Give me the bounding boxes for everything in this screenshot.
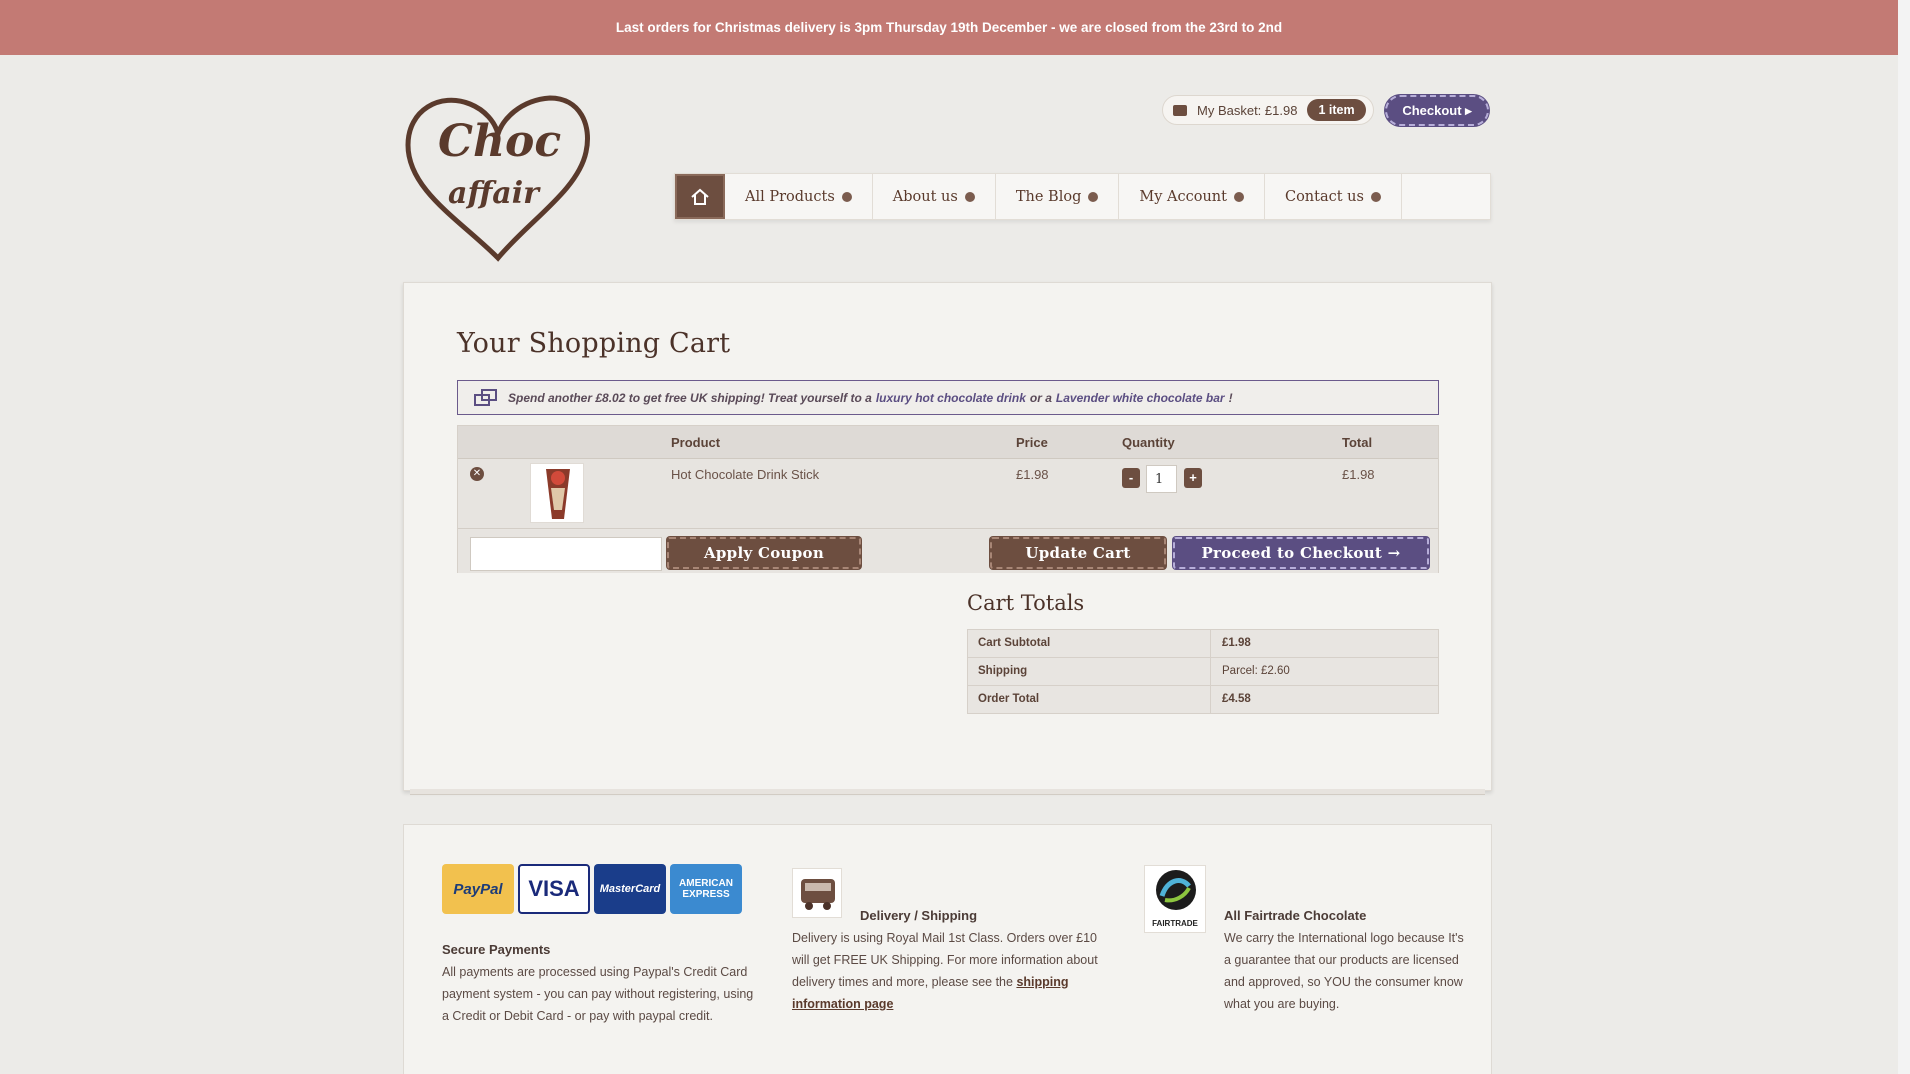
secure-payments-text: All payments are processed using Paypal'… <box>442 965 754 1023</box>
nav-item-the-blog[interactable]: The Blog <box>996 174 1120 219</box>
nav-label: Contact us <box>1284 188 1364 205</box>
basket-icon <box>1173 104 1187 116</box>
dropdown-dot-icon <box>964 191 975 202</box>
delivery-block: Delivery / Shipping Delivery is using Ro… <box>792 905 1112 1015</box>
cart-totals-title: Cart Totals <box>967 591 1085 615</box>
apply-coupon-button[interactable]: Apply Coupon <box>667 537 861 569</box>
my-basket[interactable]: My Basket: £1.98 1 item <box>1162 95 1374 125</box>
column-total: Total <box>1342 435 1373 450</box>
notice-middle: or a <box>1029 390 1052 405</box>
dropdown-dot-icon <box>841 191 852 202</box>
delivery-text-wrap: Delivery is using Royal Mail 1st Class. … <box>792 927 1112 1015</box>
totals-label: Order Total <box>978 693 1040 705</box>
visa-logo-icon: VISA <box>518 864 590 914</box>
totals-row-subtotal: Cart Subtotal £1.98 <box>968 630 1438 658</box>
announcement-banner: Last orders for Christmas delivery is 3p… <box>0 0 1898 55</box>
site-logo[interactable]: Choc affair <box>400 90 596 262</box>
nav-item-my-account[interactable]: My Account <box>1119 174 1265 219</box>
totals-label: Shipping <box>978 665 1028 677</box>
dropdown-dot-icon <box>1233 191 1244 202</box>
dropdown-dot-icon <box>1370 191 1381 202</box>
nav-item-contact-us[interactable]: Contact us <box>1265 174 1402 219</box>
cart-table-header: Product Price Quantity Total <box>458 426 1438 459</box>
page-title: Your Shopping Cart <box>457 328 731 359</box>
checkout-button[interactable]: Checkout ▸ <box>1385 95 1489 126</box>
dropdown-dot-icon <box>1088 191 1099 202</box>
shipping-notice-icon <box>474 388 497 406</box>
home-button[interactable] <box>675 174 725 219</box>
secure-payments-heading: Secure Payments <box>442 942 551 957</box>
nav-item-about-us[interactable]: About us <box>873 174 996 219</box>
column-product: Product <box>671 435 721 450</box>
fairtrade-text: We carry the International logo because … <box>1224 931 1464 1011</box>
cart-actions: Apply Coupon Update Cart Proceed to Chec… <box>458 530 1438 573</box>
quantity-input[interactable]: 1 <box>1146 465 1177 493</box>
cart-table: Product Price Quantity Total ✕ Hot Choco… <box>457 425 1439 573</box>
paypal-logo-icon: PayPal <box>442 864 514 914</box>
product-name-link[interactable]: Hot Chocolate Drink Stick <box>671 467 819 482</box>
remove-item-icon[interactable]: ✕ <box>470 467 484 481</box>
amex-logo-icon: AMERICAN EXPRESS <box>670 864 742 914</box>
nav-label: My Account <box>1139 188 1227 205</box>
nav-label: The Blog <box>1015 188 1082 205</box>
basket-item-count: 1 item <box>1307 99 1366 121</box>
totals-label: Cart Subtotal <box>978 637 1051 649</box>
payment-card-logos: PayPal VISA MasterCard AMERICAN EXPRESS <box>442 864 742 914</box>
cart-item-row: ✕ Hot Chocolate Drink Stick £1.98 - 1 + … <box>458 459 1438 529</box>
banner-text: Last orders for Christmas delivery is 3p… <box>615 20 1283 35</box>
proceed-to-checkout-button[interactable]: Proceed to Checkout → <box>1173 537 1429 569</box>
notice-suffix: ! <box>1228 390 1233 405</box>
site-footer: PayPal VISA MasterCard AMERICAN EXPRESS … <box>403 824 1492 1074</box>
fairtrade-heading: All Fairtrade Chocolate <box>1224 908 1367 923</box>
basket-label: My Basket: £1.98 <box>1197 102 1298 118</box>
free-shipping-notice: Spend another £8.02 to get free UK shipp… <box>457 380 1439 415</box>
delivery-heading: Delivery / Shipping <box>860 908 978 923</box>
coupon-code-input[interactable] <box>470 537 662 571</box>
nav-label: About us <box>892 188 958 205</box>
fairtrade-block: All Fairtrade Chocolate We carry the Int… <box>1144 905 1464 1015</box>
mastercard-logo-icon: MasterCard <box>594 864 666 914</box>
column-quantity: Quantity <box>1122 435 1175 450</box>
logo-word-choc: Choc <box>438 116 562 167</box>
drink-stick-image <box>546 469 570 519</box>
nav-label: All Products <box>745 188 835 205</box>
cart-panel-shadow <box>410 789 1485 795</box>
column-price: Price <box>1016 435 1048 450</box>
quantity-increase-button[interactable]: + <box>1184 468 1202 488</box>
nav-item-all-products[interactable]: All Products <box>725 174 873 219</box>
item-total: £1.98 <box>1342 467 1375 482</box>
item-price: £1.98 <box>1016 467 1049 482</box>
totals-value: £4.58 <box>1222 693 1251 705</box>
totals-row-order-total: Order Total £4.58 <box>968 686 1438 714</box>
main-nav: All Products About us The Blog My Accoun… <box>674 173 1491 220</box>
totals-value: £1.98 <box>1222 637 1251 649</box>
cart-totals-table: Cart Subtotal £1.98 Shipping Parcel: £2.… <box>967 629 1439 714</box>
secure-payments-block: Secure Payments All payments are process… <box>442 939 762 1027</box>
notice-prefix: Spend another £8.02 to get free UK shipp… <box>508 390 872 405</box>
update-cart-button[interactable]: Update Cart <box>990 537 1166 569</box>
quantity-decrease-button[interactable]: - <box>1122 468 1140 488</box>
lavender-bar-link[interactable]: Lavender white chocolate bar <box>1056 391 1225 405</box>
scrollbar[interactable] <box>1898 0 1910 1074</box>
product-thumbnail[interactable] <box>530 463 584 523</box>
hot-chocolate-link[interactable]: luxury hot chocolate drink <box>876 391 1026 405</box>
totals-row-shipping: Shipping Parcel: £2.60 <box>968 658 1438 686</box>
logo-word-affair: affair <box>448 176 539 211</box>
totals-value: Parcel: £2.60 <box>1222 665 1290 677</box>
home-icon <box>691 188 709 205</box>
